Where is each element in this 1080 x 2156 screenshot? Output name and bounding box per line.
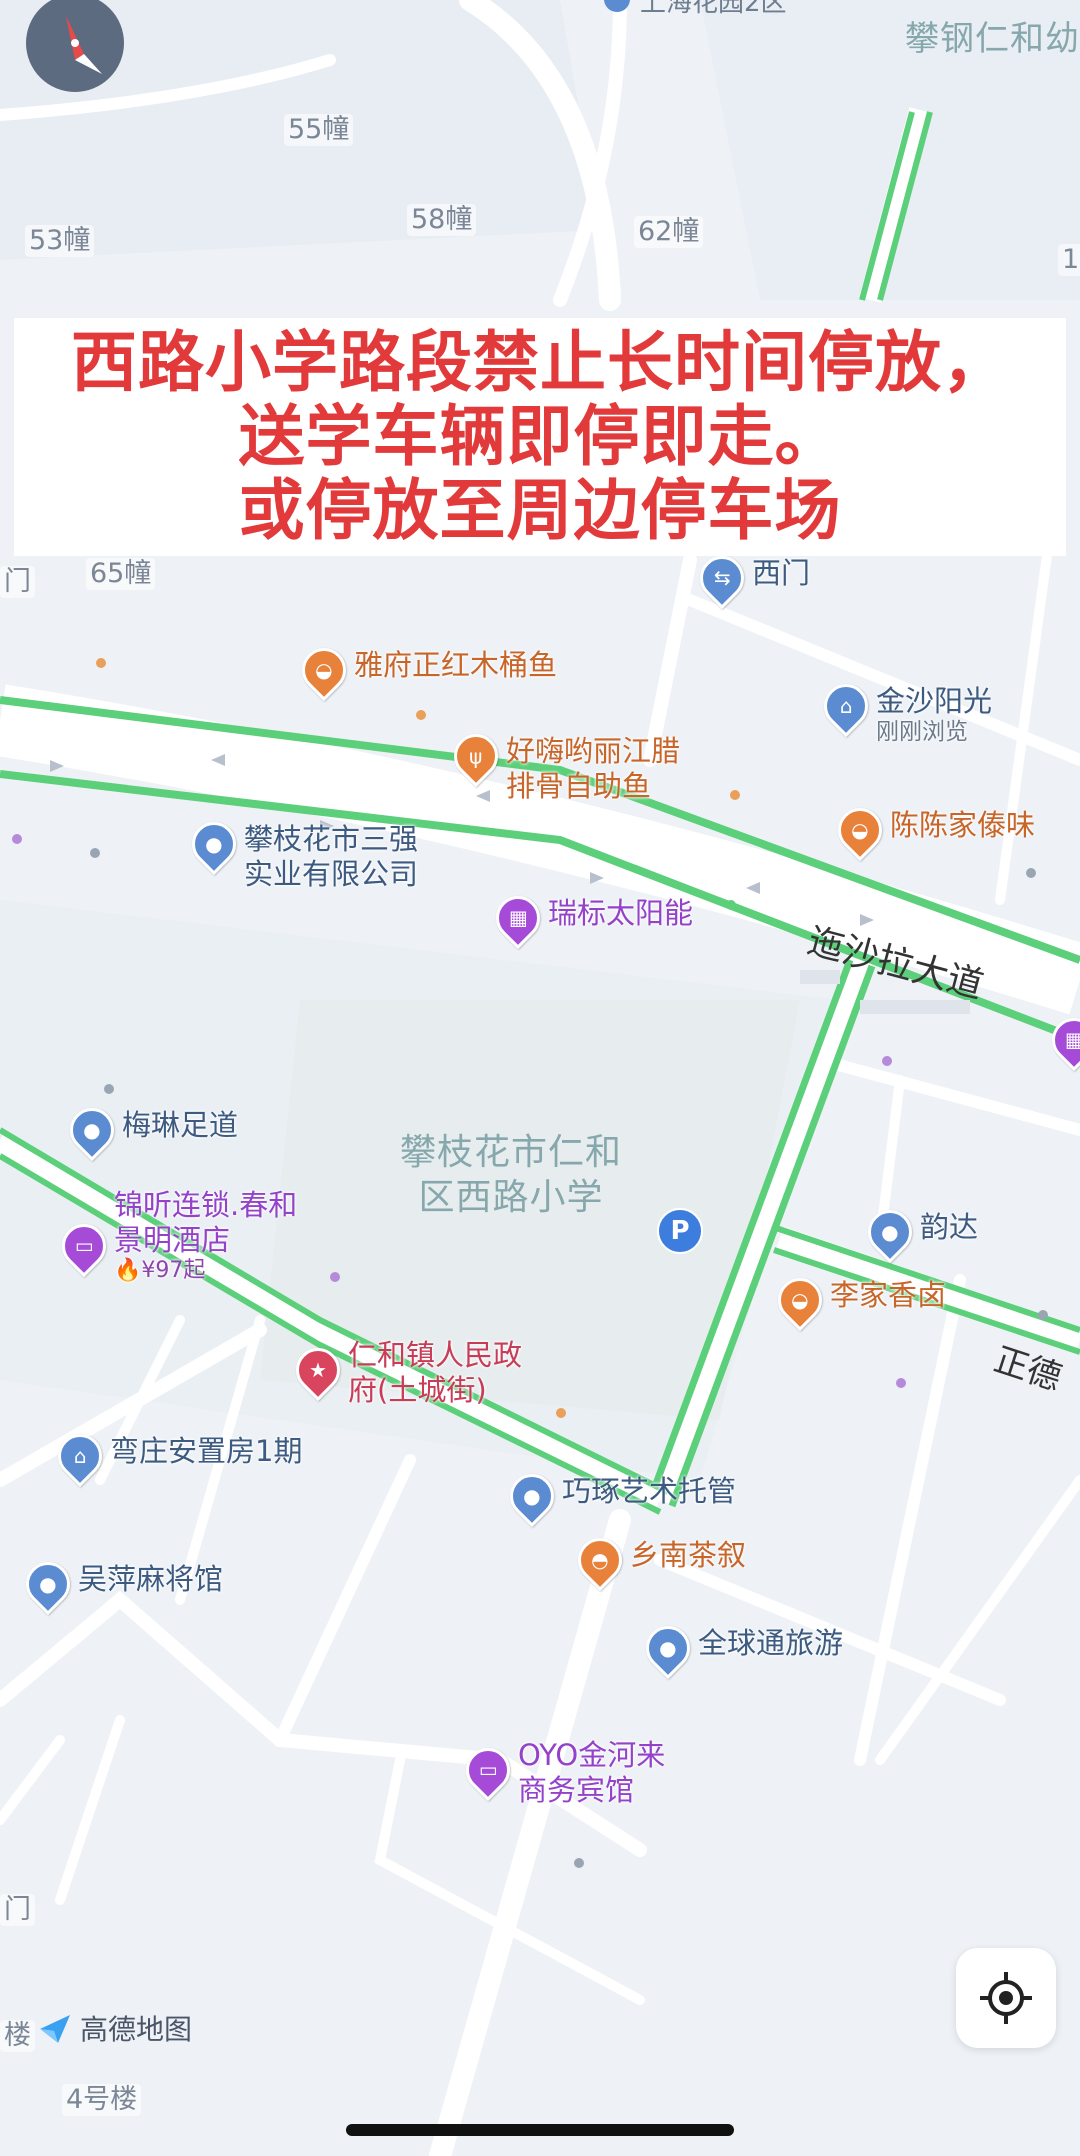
poi-lijia[interactable]: ◒ 李家香卤 (768, 1268, 947, 1332)
poi-oyo-label: OYO金河来 商务宾馆 (518, 1738, 666, 1807)
amap-logo: 高德地图 (38, 2008, 192, 2048)
poi-sanqiang[interactable]: ● 攀枝花市三强 实业有限公司 (182, 812, 419, 892)
building-65-label: 65幢 (86, 558, 156, 591)
government-star-icon: ★ (286, 1338, 350, 1402)
poi-xiangnan[interactable]: ◓ 乡南茶叙 (568, 1528, 747, 1592)
residence-icon: ⌂ (814, 674, 878, 738)
poi-haohai[interactable]: ψ 好嗨哟丽江腊 排骨自助鱼 (444, 724, 681, 804)
location-pin-icon: ● (16, 1552, 80, 1616)
teapot-icon: ◓ (568, 1528, 632, 1592)
building-55-label: 55幢 (284, 114, 354, 147)
poi-jinting-label: 锦听连锁.春和 景明酒店 🔥¥97起 (114, 1188, 298, 1283)
poi-wanzhuang-label: 弯庄安置房1期 (110, 1434, 303, 1468)
poi-chenchen-label: 陈陈家傣味 (890, 808, 1036, 842)
poi-jinting[interactable]: ▭ 锦听连锁.春和 景明酒店 🔥¥97起 (52, 1188, 298, 1284)
poi-xiangnan-label: 乡南茶叙 (630, 1538, 747, 1572)
poi-ximen[interactable]: ⇆ 西门 (690, 546, 811, 610)
hotel-icon: ▭ (456, 1738, 520, 1802)
poi-dot (574, 1858, 584, 1868)
notice-line-2: 送学车辆即停即走。 (238, 398, 842, 476)
amap-logo-text: 高德地图 (80, 2013, 193, 2046)
poi-lijia-label: 李家香卤 (830, 1278, 947, 1312)
poi-wuping-label: 吴萍麻将馆 (78, 1562, 224, 1596)
edge-building-label: 楼 (0, 2020, 35, 2053)
building-53-label: 53幢 (25, 225, 95, 258)
location-pin-icon: ● (500, 1464, 564, 1528)
building-58-label: 58幢 (407, 204, 477, 237)
poi-quanqiu[interactable]: ● 全球通旅游 (636, 1616, 844, 1680)
poi-yafu-label: 雅府正红木桶鱼 (354, 648, 558, 682)
building-4-label: 4号楼 (62, 2084, 142, 2117)
building-18-label: 18 (1058, 244, 1080, 277)
poi-oyo[interactable]: ▭ OYO金河来 商务宾馆 (456, 1738, 666, 1808)
poi-dot (416, 710, 426, 720)
poi-dot (12, 834, 22, 844)
metro-exit-icon: ⇆ (690, 546, 754, 610)
locate-icon (980, 1972, 1032, 2024)
poi-sanqiang-label: 攀枝花市三强 实业有限公司 (244, 822, 419, 891)
map-view[interactable]: 上海花园2区 攀钢仁和幼 55幢 58幢 53幢 62幢 18 65幢 门 门 … (0, 0, 1080, 2156)
location-pin-icon: ● (60, 1098, 124, 1162)
poi-dot (1026, 868, 1036, 878)
poi-dot (896, 1378, 906, 1388)
top-right-area-label: 攀钢仁和幼 (905, 19, 1080, 59)
poi-quanqiu-label: 全球通旅游 (698, 1626, 844, 1660)
poi-ruibiao[interactable]: ▦ 瑞标太阳能 (486, 886, 694, 950)
poi-chenchen[interactable]: ◒ 陈陈家傣味 (828, 798, 1036, 862)
poi-dot (730, 790, 740, 800)
poi-yunda-label: 韵达 (920, 1210, 979, 1244)
poi-dot (90, 848, 100, 858)
poi-dot (556, 1408, 566, 1418)
home-indicator[interactable] (346, 2124, 734, 2136)
poi-jinsha[interactable]: ⌂ 金沙阳光 刚刚浏览 (814, 674, 993, 746)
poi-qiaozhuo[interactable]: ● 巧琢艺术托管 (500, 1464, 737, 1528)
poi-meilin[interactable]: ● 梅琳足道 (60, 1098, 239, 1162)
notice-line-3: 或停放至周边停车场 (238, 471, 842, 549)
poi-edge-shop[interactable]: ▦ (1042, 1008, 1080, 1072)
notice-line-1: 西路小学路段禁止长时间停放， (71, 324, 1009, 402)
poi-dot (104, 1084, 114, 1094)
restaurant-icon: ◒ (828, 798, 892, 862)
poi-qiaozhuo-label: 巧琢艺术托管 (562, 1474, 737, 1508)
hotel-icon: ▭ (52, 1214, 116, 1278)
poi-haohai-label: 好嗨哟丽江腊 排骨自助鱼 (506, 734, 681, 803)
edge-gate-label-2: 门 (0, 1894, 35, 1927)
restaurant-icon: ◒ (768, 1268, 832, 1332)
cutlery-icon: ψ (444, 724, 508, 788)
location-pin-icon: ● (858, 1200, 922, 1264)
poi-wuping[interactable]: ● 吴萍麻将馆 (16, 1552, 224, 1616)
poi-dot (1038, 1310, 1048, 1320)
building-62-label: 62幢 (634, 216, 704, 249)
location-pin-icon: ● (636, 1616, 700, 1680)
edge-gate-label: 门 (0, 566, 35, 599)
compass-icon[interactable] (26, 0, 124, 92)
shop-icon: ▦ (486, 886, 550, 950)
hot-deal-icon: 🔥 (114, 1257, 142, 1283)
poi-meilin-label: 梅琳足道 (122, 1108, 239, 1142)
poi-dot (882, 1056, 892, 1066)
poi-renhe-gov[interactable]: ★ 仁和镇人民政 府(土城街) (286, 1338, 523, 1408)
locate-button[interactable] (956, 1948, 1056, 2048)
poi-dot (330, 1272, 340, 1282)
parking-icon[interactable]: P (657, 1208, 703, 1254)
poi-ruibiao-label: 瑞标太阳能 (548, 896, 694, 930)
poi-yafu[interactable]: ◒ 雅府正红木桶鱼 (292, 638, 558, 702)
poi-dot (726, 900, 736, 910)
restaurant-icon: ◒ (292, 638, 356, 702)
residence-icon: ⌂ (48, 1424, 112, 1488)
notice-banner: 西路小学路段禁止长时间停放， 送学车辆即停即走。 或停放至周边停车场 (14, 318, 1066, 556)
poi-dot (96, 658, 106, 668)
poi-jinsha-label: 金沙阳光 刚刚浏览 (876, 684, 993, 745)
location-pin-icon: ● (182, 812, 246, 876)
poi-renhe-gov-label: 仁和镇人民政 府(土城街) (348, 1338, 523, 1407)
poi-yunda[interactable]: ● 韵达 (858, 1200, 979, 1264)
amap-logo-icon (40, 2015, 70, 2043)
school-area-label: 攀枝花市仁和 区西路小学 (400, 1132, 623, 1218)
poi-wanzhuang[interactable]: ⌂ 弯庄安置房1期 (48, 1424, 303, 1488)
poi-ximen-label: 西门 (752, 556, 811, 590)
